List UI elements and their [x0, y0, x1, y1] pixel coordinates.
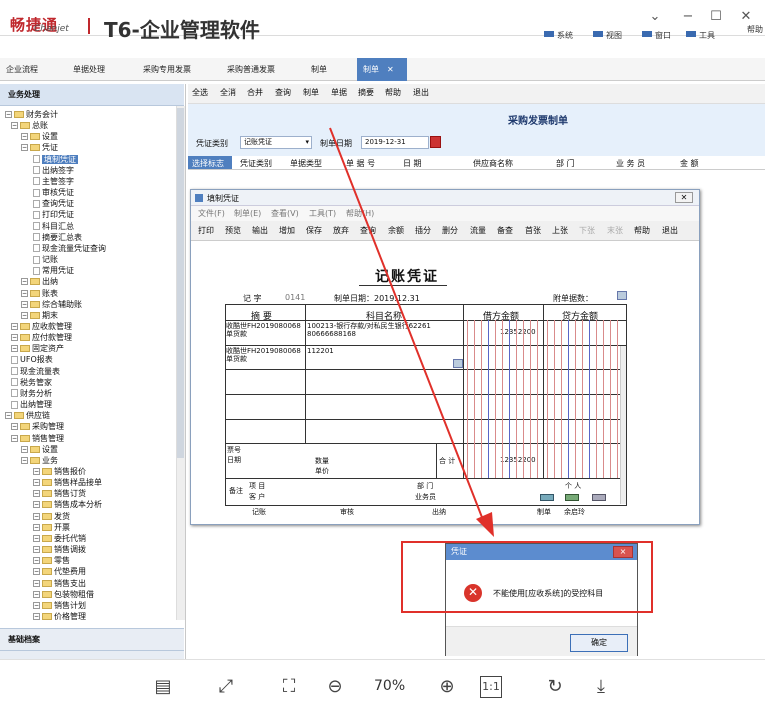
annotation-highlight-box — [401, 541, 653, 613]
zoom-level: 70% — [374, 678, 406, 694]
digit-column-line — [568, 320, 569, 478]
rotate-icon[interactable]: ↻ — [542, 674, 568, 700]
digit-column-line — [582, 320, 583, 478]
digit-column-line — [481, 320, 482, 478]
zoom-out-icon[interactable]: ⊖ — [322, 674, 348, 700]
digit-column-line — [561, 320, 562, 478]
digit-column-line — [603, 320, 604, 478]
digit-column-line — [509, 320, 510, 478]
digit-column-line — [589, 320, 590, 478]
digit-column-line — [537, 320, 538, 478]
digit-column-line — [554, 320, 555, 478]
digit-column-line — [488, 320, 489, 478]
zoom-in-icon[interactable]: ⊕ — [434, 674, 460, 700]
download-icon[interactable]: ⤓ — [588, 674, 614, 700]
digit-column-line — [523, 320, 524, 478]
digit-column-line — [467, 320, 468, 478]
digit-column-line — [547, 320, 548, 478]
actual-size-icon[interactable]: 1:1 — [480, 676, 502, 698]
layout-icon[interactable]: ▤ — [150, 674, 176, 700]
digit-column-line — [495, 320, 496, 478]
digit-column-line — [530, 320, 531, 478]
digit-column-line — [596, 320, 597, 478]
digit-column-line — [502, 320, 503, 478]
digit-column-line — [474, 320, 475, 478]
fit-width-icon[interactable]: ⤢ — [213, 674, 239, 700]
digit-column-line — [610, 320, 611, 478]
ok-button[interactable]: 确定 — [570, 634, 628, 652]
digit-column-line — [617, 320, 618, 478]
digit-column-line — [575, 320, 576, 478]
fullscreen-icon[interactable]: ⛶ — [276, 674, 302, 700]
digit-column-line — [516, 320, 517, 478]
